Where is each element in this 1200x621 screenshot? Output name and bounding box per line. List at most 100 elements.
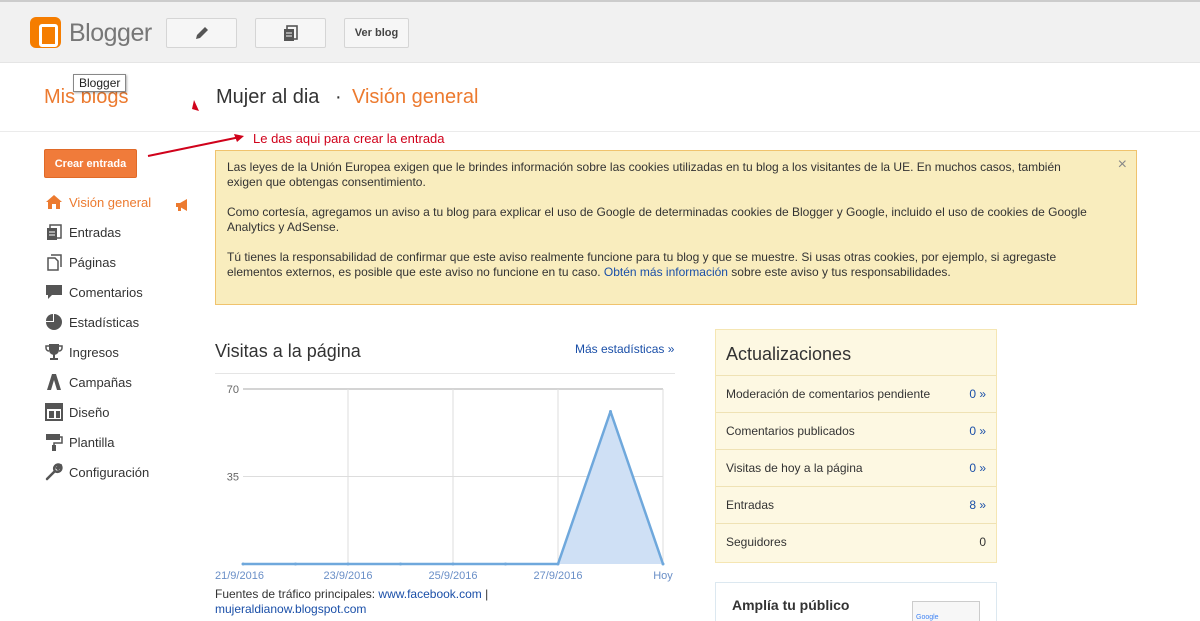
page-title: Visión general: [352, 86, 479, 108]
data-point: [661, 562, 665, 566]
sidebar-item-template[interactable]: Plantilla: [44, 430, 115, 454]
update-value-link[interactable]: 0 »: [969, 424, 986, 438]
x-tick-label: 27/9/2016: [534, 570, 583, 582]
traffic-separator: |: [481, 587, 489, 601]
new-post-button[interactable]: [166, 18, 237, 48]
megaphone-icon[interactable]: [175, 198, 191, 212]
update-value-link[interactable]: 0 »: [969, 387, 986, 401]
sidebar-item-earnings[interactable]: Ingresos: [44, 340, 119, 364]
update-row: Comentarios publicados 0 »: [716, 412, 996, 449]
sidebar-item-label: Configuración: [69, 464, 150, 480]
update-label: Visitas de hoy a la página: [726, 461, 863, 475]
update-row: Visitas de hoy a la página 0 »: [716, 449, 996, 486]
layout-icon: [44, 403, 64, 421]
posts-list-button[interactable]: [255, 18, 326, 48]
update-row: Seguidores 0: [716, 523, 996, 560]
view-blog-button[interactable]: Ver blog: [344, 18, 409, 48]
x-tick-label: 25/9/2016: [429, 570, 478, 582]
wrench-icon: [44, 463, 64, 481]
annotation-text: Le das aqui para crear la entrada: [253, 131, 445, 146]
thumbnail-text: Google: [916, 614, 939, 621]
updates-title: Actualizaciones: [726, 344, 852, 364]
data-point: [609, 410, 612, 413]
cursor-marker-icon: [192, 100, 199, 111]
data-point: [556, 562, 560, 566]
traffic-label: Fuentes de tráfico principales:: [215, 587, 379, 601]
sidebar-item-label: Campañas: [69, 374, 132, 390]
data-point: [399, 562, 402, 566]
notice-paragraph: Las leyes de la Unión Europea exigen que…: [227, 160, 1061, 189]
update-value: 0: [979, 535, 986, 549]
update-label: Comentarios publicados: [726, 424, 855, 438]
sidebar-item-label: Diseño: [69, 404, 110, 420]
cookie-notice: Las leyes de la Unión Europea exigen que…: [215, 150, 1137, 305]
campaigns-icon: [44, 373, 64, 391]
app-name[interactable]: Blogger: [69, 19, 152, 48]
update-label: Moderación de comentarios pendiente: [726, 387, 931, 401]
data-point: [241, 562, 245, 566]
sidebar-item-label: Estadísticas: [69, 314, 140, 330]
sidebar-item-overview[interactable]: Visión general: [44, 190, 151, 214]
blog-name[interactable]: Mujer al dia: [216, 86, 319, 109]
sidebar-item-label: Visión general: [69, 194, 152, 210]
pageviews-chart: 70 35 21/9/2016 23/9/2016 25/9/2016 27/9/2016…: [215, 384, 673, 582]
traffic-sources: Fuentes de tráfico principales: www.face…: [215, 587, 545, 617]
data-point: [451, 562, 455, 566]
data-point: [346, 562, 350, 566]
x-tick-label: Hoy: [653, 570, 673, 582]
x-tick-label: 23/9/2016: [324, 570, 373, 582]
updates-panel: Actualizaciones Moderación de comentario…: [715, 329, 997, 563]
learn-more-link[interactable]: Obtén más información: [604, 265, 728, 279]
sidebar-item-comments[interactable]: Comentarios: [44, 280, 143, 304]
traffic-source-link[interactable]: www.facebook.com: [378, 587, 481, 601]
top-bar: Blogger Ver blog: [0, 0, 1200, 63]
sidebar-item-layout[interactable]: Diseño: [44, 400, 109, 424]
sidebar-item-stats[interactable]: Estadísticas: [44, 310, 139, 334]
home-icon: [44, 193, 64, 211]
chart-title: Visitas a la página: [215, 341, 361, 361]
title-separator: ·: [335, 86, 342, 108]
sidebar-item-settings[interactable]: Configuración: [44, 460, 149, 484]
y-tick-label: 70: [227, 384, 239, 396]
y-tick-label: 35: [227, 472, 239, 484]
pages-icon: [44, 253, 64, 271]
audience-title: Amplía tu público: [732, 597, 850, 613]
sidebar-item-label: Comentarios: [69, 284, 143, 300]
update-label: Entradas: [726, 498, 775, 512]
sidebar-item-pages[interactable]: Páginas: [44, 250, 116, 274]
update-label: Seguidores: [726, 535, 787, 549]
more-stats-link[interactable]: Más estadísticas »: [575, 342, 674, 356]
sidebar-item-label: Ingresos: [69, 344, 119, 360]
create-post-button[interactable]: Crear entrada: [44, 149, 137, 178]
audience-panel: Amplía tu público Google: [715, 582, 997, 621]
comments-icon: [44, 283, 64, 301]
close-icon[interactable]: ×: [1118, 157, 1127, 173]
x-tick-label: 21/9/2016: [215, 570, 264, 582]
sidebar-item-label: Plantilla: [69, 434, 115, 450]
template-icon: [44, 433, 64, 451]
stats-icon: [44, 313, 64, 331]
data-point: [294, 562, 297, 566]
sidebar-item-label: Páginas: [69, 254, 116, 270]
notice-paragraph: Tú tienes la responsabilidad de confirma…: [227, 250, 1125, 280]
update-value-link[interactable]: 0 »: [969, 461, 986, 475]
notice-text: sobre este aviso y tus responsabilidades…: [727, 265, 951, 279]
sidebar-item-label: Entradas: [69, 224, 122, 240]
data-point: [504, 562, 507, 566]
notice-paragraph: Como cortesía, agregamos un aviso a tu b…: [227, 205, 1087, 234]
blogger-dashboard: Blogger Ver blog Mis blogs Blogger Mujer…: [0, 0, 1200, 621]
blogger-tooltip: Blogger: [73, 74, 127, 92]
posts-icon: [44, 223, 64, 241]
update-row: Entradas 8 »: [716, 486, 996, 523]
update-value-link[interactable]: 8 »: [969, 498, 986, 512]
update-row: Moderación de comentarios pendiente 0 »: [716, 375, 996, 412]
blogger-logo-icon[interactable]: [30, 17, 61, 48]
audience-thumbnail[interactable]: Google: [912, 601, 980, 621]
sidebar-item-posts[interactable]: Entradas: [44, 220, 121, 244]
pencil-icon: [195, 27, 208, 39]
sidebar-item-campaigns[interactable]: Campañas: [44, 370, 132, 394]
trophy-icon: [44, 343, 64, 361]
chart-divider: [215, 373, 675, 374]
posts-list-icon: [283, 25, 298, 41]
traffic-source-link[interactable]: mujeraldianow.blogspot.com: [215, 602, 366, 616]
